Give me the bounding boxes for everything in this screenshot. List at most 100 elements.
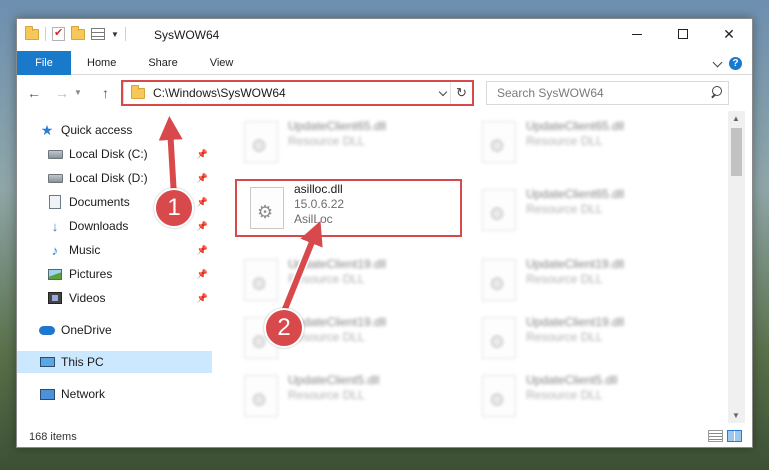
dll-file-icon [244, 121, 278, 163]
dll-file-icon [482, 189, 516, 231]
search-icon[interactable] [708, 83, 728, 103]
drive-icon [47, 173, 63, 183]
pin-icon[interactable]: 📌 [197, 173, 208, 184]
back-button[interactable]: ← [27, 85, 41, 101]
nav-item-local-disk-d[interactable]: Local Disk (D:) 📌 [17, 167, 212, 189]
file-meta: UpdateClient5.dll Resource DLL [526, 367, 617, 423]
address-bar[interactable]: C:\Windows\SysWOW64 ↻ [123, 81, 473, 105]
dll-file-icon [482, 121, 516, 163]
tab-home[interactable]: Home [71, 51, 132, 75]
file-list: UpdateClient65.dll Resource DLL asilloc.… [222, 111, 728, 423]
toolbar-separator [124, 27, 126, 41]
file-tile[interactable]: UpdateClient19.dll Resource DLL [470, 309, 700, 367]
nav-item-onedrive[interactable]: OneDrive [17, 319, 212, 341]
dll-file-icon [482, 317, 516, 359]
navigation-row: ← → ▼ ↑ C:\Windows\SysWOW64 ↻ Search Sys… [17, 76, 752, 110]
file-tile[interactable]: UpdateClient65.dll Resource DLL [232, 113, 462, 171]
file-name: UpdateClient5.dll [288, 373, 380, 387]
nav-item-label: Quick access [61, 123, 133, 137]
drive-icon [47, 149, 63, 159]
minimize-button[interactable] [614, 19, 660, 49]
ribbon-right-controls: ? [712, 57, 742, 70]
drive-icon-wrap [47, 171, 63, 185]
tiles-view-button[interactable] [727, 430, 742, 442]
recent-locations-dropdown-icon[interactable]: ▼ [74, 88, 82, 97]
this-pc-icon [39, 357, 55, 367]
nav-item-this-pc[interactable]: This PC [17, 351, 212, 373]
status-bar: 168 items [17, 425, 752, 448]
nav-item-network[interactable]: Network [17, 383, 212, 405]
tab-share[interactable]: Share [132, 51, 193, 75]
step-1-badge: 1 [154, 188, 194, 228]
tab-view[interactable]: View [194, 51, 250, 75]
pin-icon[interactable]: 📌 [197, 245, 208, 256]
search-box[interactable]: Search SysWOW64 [486, 81, 729, 105]
documents-icon [49, 195, 61, 209]
window-title: SysWOW64 [154, 28, 220, 42]
file-tile[interactable]: UpdateClient19.dll Resource DLL [232, 251, 462, 309]
file-description: Resource DLL [526, 272, 603, 286]
view-toggle-buttons [708, 430, 742, 442]
pin-icon[interactable]: 📌 [197, 149, 208, 160]
forward-button[interactable]: → [55, 85, 69, 101]
scroll-up-icon[interactable]: ▲ [732, 114, 740, 123]
music-icon: ♪ [51, 242, 59, 258]
videos-icon-wrap [47, 291, 63, 305]
file-tile[interactable]: UpdateClient65.dll Resource DLL [470, 181, 700, 239]
folder-icon[interactable] [25, 25, 39, 40]
properties-check-icon[interactable] [52, 26, 65, 41]
dll-file-icon [244, 375, 278, 417]
close-button[interactable]: ✕ [706, 19, 752, 49]
file-tile[interactable]: UpdateClient65.dll Resource DLL [470, 113, 700, 171]
scrollbar-thumb[interactable] [731, 128, 742, 176]
nav-item-local-disk-c[interactable]: Local Disk (C:) 📌 [17, 143, 212, 165]
nav-item-pictures[interactable]: Pictures 📌 [17, 263, 212, 285]
file-name: asilloc.dll [294, 182, 343, 196]
details-view-button[interactable] [708, 430, 723, 442]
file-tile[interactable]: UpdateClient5.dll Resource DLL [232, 367, 462, 423]
pin-icon[interactable]: 📌 [197, 293, 208, 304]
new-folder-icon[interactable] [71, 25, 85, 40]
minimize-icon [632, 33, 642, 35]
drive-icon-wrap [47, 147, 63, 161]
expand-ribbon-chevron-icon[interactable] [712, 57, 723, 67]
nav-item-quick-access[interactable]: ★ Quick access [17, 119, 212, 141]
pin-icon[interactable]: 📌 [197, 221, 208, 232]
file-meta: UpdateClient19.dll Resource DLL [526, 251, 624, 309]
nav-item-label: This PC [61, 355, 104, 369]
tab-file[interactable]: File [17, 51, 71, 75]
vertical-scrollbar[interactable]: ▲ ▼ [728, 111, 745, 423]
address-dropdown-button[interactable] [436, 82, 450, 104]
nav-item-videos[interactable]: Videos 📌 [17, 287, 212, 309]
downloads-icon: ↓ [51, 218, 59, 234]
refresh-button[interactable]: ↻ [450, 82, 472, 104]
file-tile[interactable]: UpdateClient5.dll Resource DLL [470, 367, 700, 423]
properties-icon[interactable] [91, 28, 105, 40]
search-input[interactable]: Search SysWOW64 [497, 86, 708, 100]
item-count: 168 items [29, 430, 77, 443]
scroll-down-icon[interactable]: ▼ [732, 411, 740, 420]
file-meta: UpdateClient5.dll Resource DLL [288, 367, 379, 423]
maximize-icon [678, 29, 688, 39]
file-meta: UpdateClient65.dll Resource DLL [526, 113, 624, 171]
nav-item-music[interactable]: ♪ Music 📌 [17, 239, 212, 261]
pin-icon[interactable]: 📌 [197, 197, 208, 208]
file-meta: UpdateClient19.dll Resource DLL [288, 309, 386, 367]
network-icon [39, 388, 55, 400]
file-name: UpdateClient19.dll [526, 257, 625, 271]
quick-access-toolbar: ▼ [25, 25, 126, 41]
maximize-button[interactable] [660, 19, 706, 49]
file-tile-asilloc[interactable]: asilloc.dll 15.0.6.22 AsilLoc [238, 179, 468, 237]
help-icon[interactable]: ? [729, 57, 742, 70]
customize-toolbar-dropdown-icon[interactable]: ▼ [111, 30, 119, 39]
pin-icon[interactable]: 📌 [197, 269, 208, 280]
this-pc-icon-wrap [39, 355, 55, 369]
pictures-icon [48, 268, 62, 280]
dll-file-icon [250, 187, 284, 229]
ribbon-tabs: File Home Share View ? [17, 51, 752, 75]
file-tile[interactable]: UpdateClient19.dll Resource DLL [470, 251, 700, 309]
nav-item-label: Documents [69, 195, 130, 209]
onedrive-icon [39, 325, 55, 335]
address-path[interactable]: C:\Windows\SysWOW64 [153, 86, 436, 100]
up-button[interactable]: ↑ [102, 85, 109, 101]
